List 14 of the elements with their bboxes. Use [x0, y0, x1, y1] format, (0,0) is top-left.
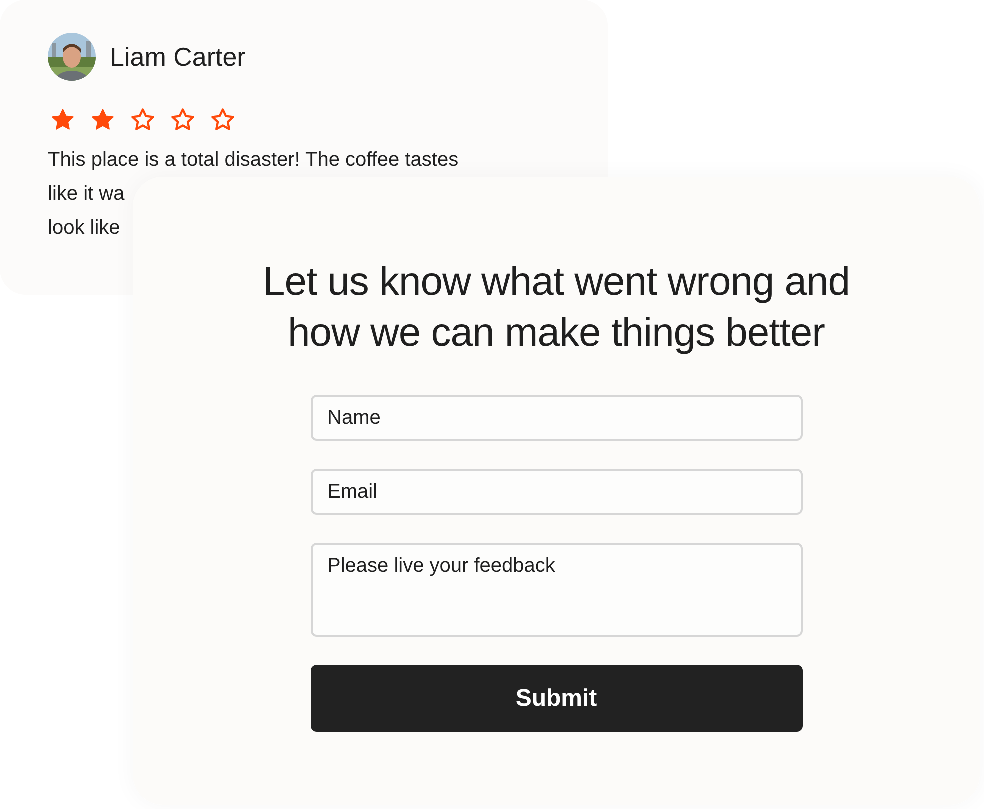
- review-text: like it wa: [48, 182, 126, 207]
- input-field[interactable]: Email: [310, 469, 802, 515]
- reviewer-name: Liam Carter: [110, 42, 246, 72]
- input-field[interactable]: Name: [310, 395, 802, 441]
- star-icon: [50, 107, 76, 133]
- star-icon: [210, 107, 236, 133]
- star-icon: [90, 107, 116, 133]
- feedback-field[interactable]: Please live your feedback: [310, 543, 802, 637]
- star-icon: [130, 107, 156, 133]
- review-text: look like: [48, 216, 122, 241]
- submit-button[interactable]: Submit: [310, 665, 802, 732]
- form-title: Let us know what went wrong and how we can make things better: [262, 259, 852, 357]
- star-icon: [170, 107, 196, 133]
- review-text: This place is a total disaster! The coffee tastes: [48, 148, 460, 173]
